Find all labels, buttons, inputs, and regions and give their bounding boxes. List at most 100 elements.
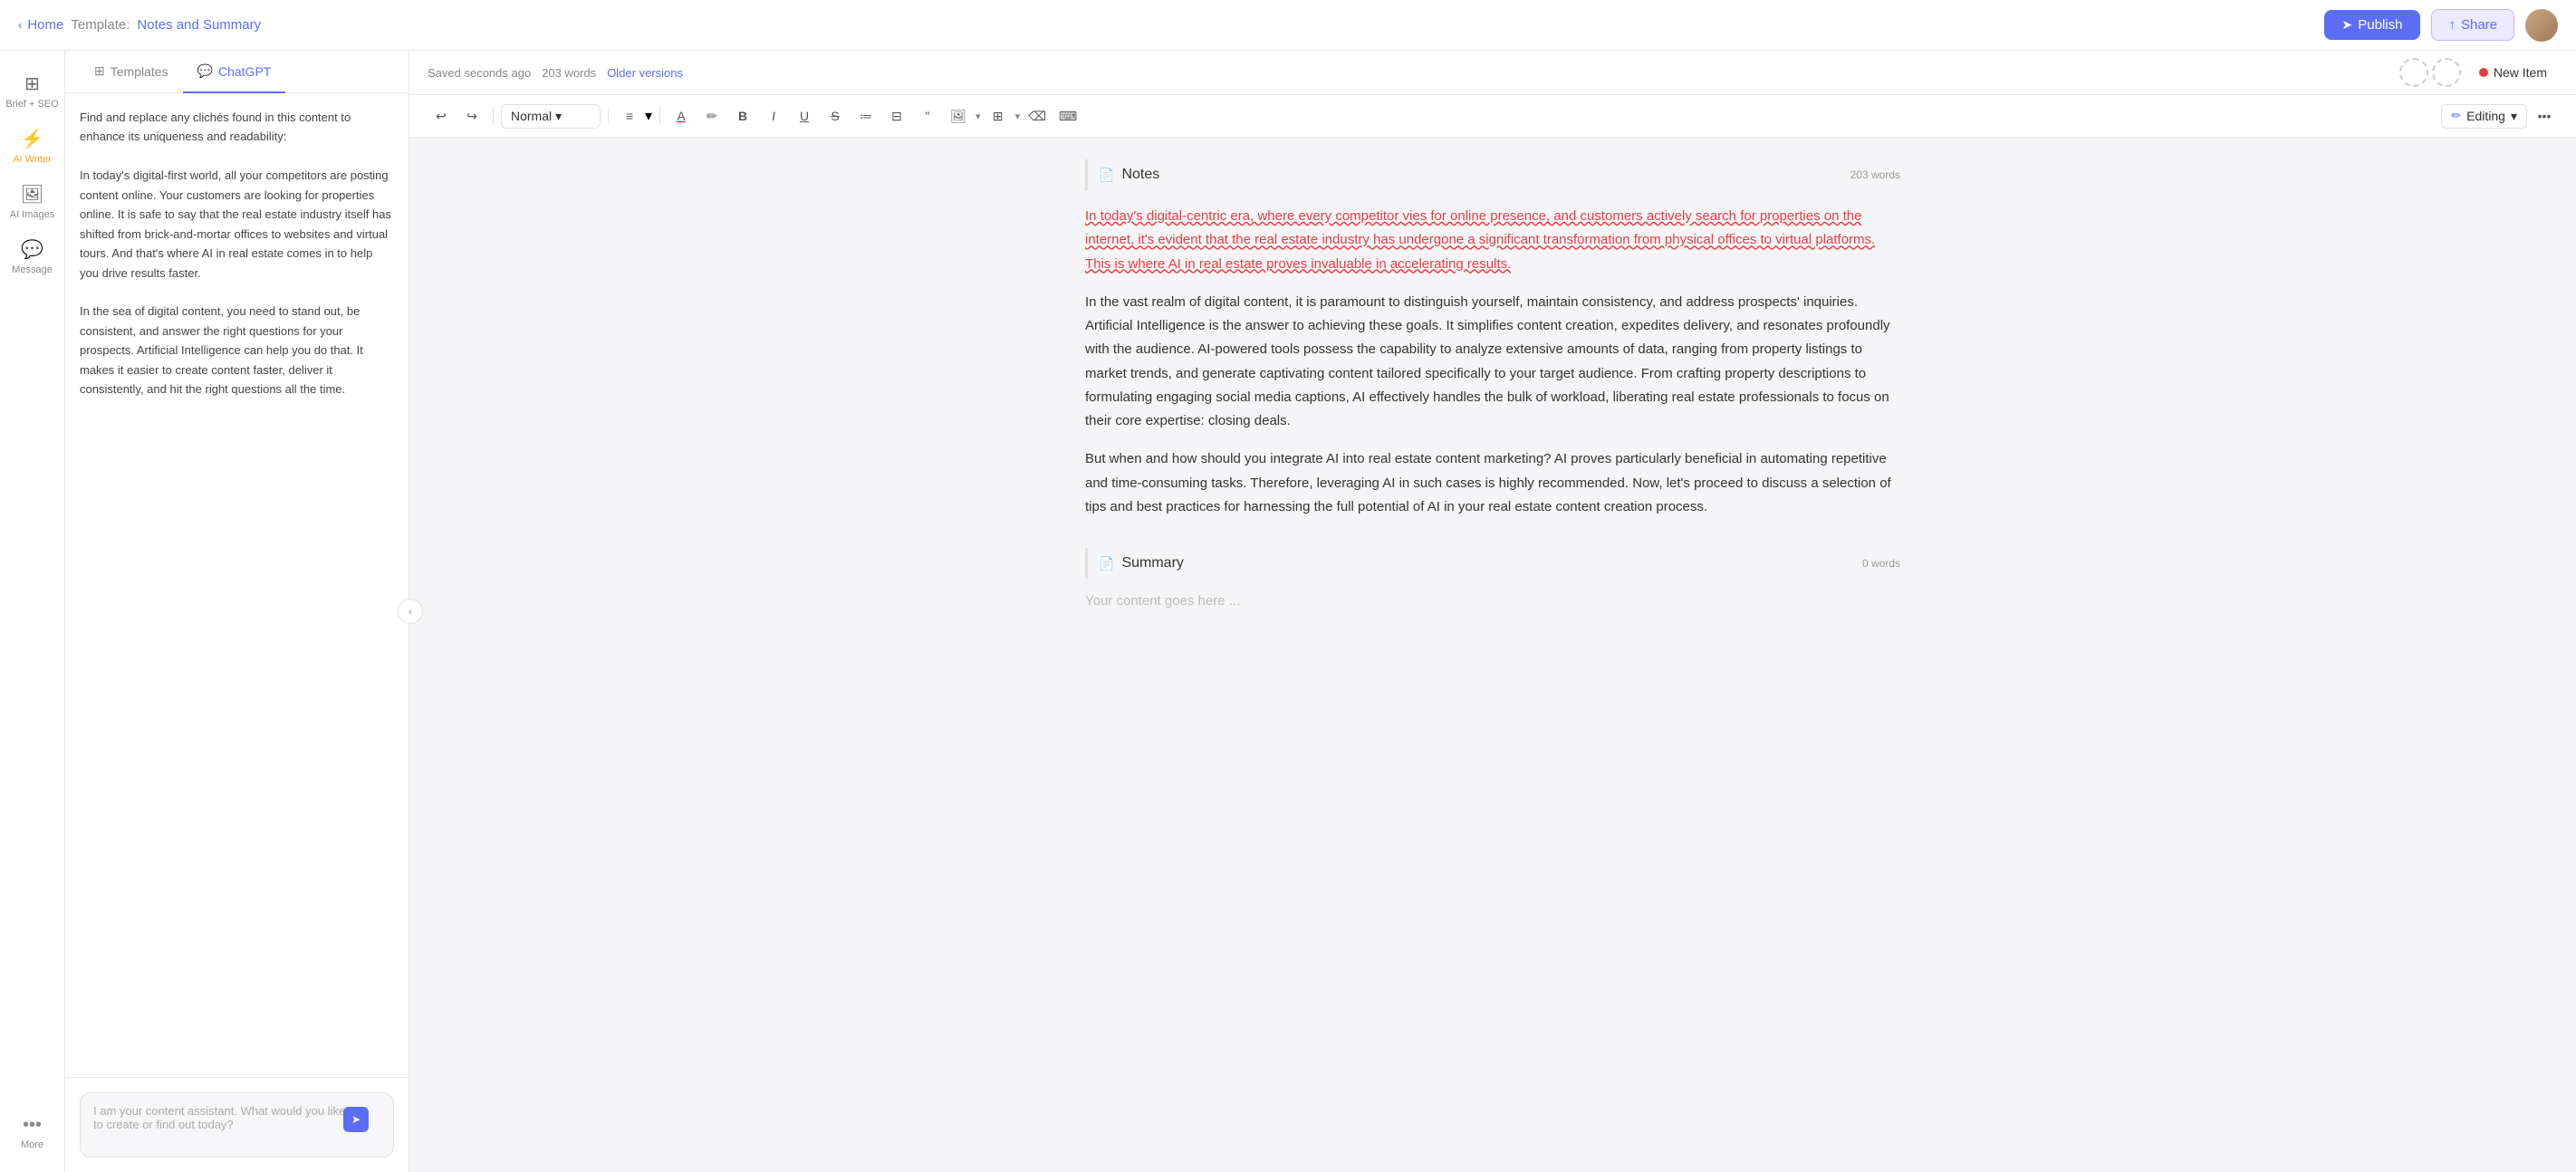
notes-icon: 📄: [1099, 168, 1114, 183]
style-dropdown-chevron: ▾: [555, 109, 562, 124]
top-navigation: ‹ Home Template: Notes and Summary ➤ Pub…: [0, 0, 2576, 51]
notes-paragraph-1[interactable]: In today's digital-centric era, where ev…: [1085, 205, 1900, 276]
editor-inner: 📄 Notes 203 words In today's digital-cen…: [1085, 159, 1900, 609]
notes-section: 📄 Notes 203 words In today's digital-cen…: [1085, 159, 1900, 519]
icon-sidebar: ⊞ Brief + SEO ⚡ AI Writer 🖼 AI Images 💬 …: [0, 51, 65, 1172]
sidebar-label-ai-images: AI Images: [10, 209, 55, 220]
top-nav-right: ➤ Publish ↑ Share: [2324, 9, 2558, 42]
avatar-image: [2525, 9, 2558, 42]
home-label: Home: [27, 17, 63, 33]
panel-content: Find and replace any clichés found in th…: [65, 93, 409, 1077]
suggestion-text: Find and replace any clichés found in th…: [80, 108, 394, 399]
panel-tabs: ⊞ Templates 💬 ChatGPT: [65, 51, 409, 93]
sidebar-label-more: More: [21, 1139, 43, 1150]
style-dropdown[interactable]: Normal ▾: [501, 104, 601, 129]
tab-templates[interactable]: ⊞ Templates: [80, 51, 183, 93]
align-button[interactable]: ≡: [616, 102, 643, 130]
sidebar-item-brief-seo[interactable]: ⊞ Brief + SEO: [0, 65, 64, 117]
chat-send-button[interactable]: ➤: [343, 1107, 369, 1132]
templates-icon: ⊞: [94, 63, 105, 79]
summary-section-header: 📄 Summary 0 words: [1085, 548, 1900, 579]
underline-button[interactable]: U: [791, 102, 818, 130]
code-button[interactable]: ⌨: [1054, 102, 1081, 130]
italic-button[interactable]: I: [760, 102, 787, 130]
share-button[interactable]: ↑ Share: [2431, 9, 2514, 41]
notes-title: Notes: [1121, 167, 1159, 183]
summary-word-count: 0 words: [1862, 557, 1900, 570]
message-icon: 💬: [21, 238, 43, 261]
summary-section: 📄 Summary 0 words Your content goes here…: [1085, 548, 1900, 609]
meta-info: Saved seconds ago 203 words Older versio…: [428, 66, 2392, 80]
image-dropdown-chevron: ▾: [976, 110, 981, 122]
more-options-button[interactable]: •••: [2531, 102, 2558, 130]
lightning-icon: ⚡: [21, 128, 43, 150]
sidebar-label-ai-writer: AI Writer: [13, 154, 52, 165]
notes-paragraph-3[interactable]: But when and how should you integrate AI…: [1085, 447, 1900, 519]
text-color-button[interactable]: A: [668, 102, 695, 130]
publish-button[interactable]: ➤ Publish: [2324, 10, 2421, 40]
editor-area: Saved seconds ago 203 words Older versio…: [409, 51, 2576, 1172]
sidebar-item-ai-images[interactable]: 🖼 AI Images: [0, 176, 64, 227]
toolbar-divider-3: [659, 107, 660, 125]
tab-chatgpt[interactable]: 💬 ChatGPT: [183, 51, 286, 93]
toolbar-divider-2: [608, 107, 609, 125]
collab-avatar-2[interactable]: [2432, 58, 2461, 87]
word-count: 203 words: [542, 66, 596, 80]
numbered-list-button[interactable]: ⊟: [883, 102, 910, 130]
tab-templates-label: Templates: [111, 64, 168, 79]
align-dropdown[interactable]: ≡ ▾: [616, 102, 652, 130]
new-item-indicator: [2479, 68, 2488, 77]
home-chevron-icon: ‹: [18, 18, 22, 32]
chat-panel: ⊞ Templates 💬 ChatGPT ‹ Find and replace…: [65, 51, 409, 1172]
send-icon: ➤: [351, 1113, 360, 1126]
home-button[interactable]: ‹ Home: [18, 17, 63, 33]
table-button[interactable]: ⊞: [985, 102, 1012, 130]
share-label: Share: [2461, 17, 2497, 33]
publish-label: Publish: [2358, 17, 2402, 33]
editing-label: Editing: [2466, 109, 2505, 123]
editing-pencil-icon: ✏: [2451, 109, 2461, 123]
clear-format-button[interactable]: ⌫: [1024, 102, 1051, 130]
table-dropdown-chevron: ▾: [1015, 110, 1021, 122]
bullet-list-button[interactable]: ≔: [852, 102, 879, 130]
sidebar-item-ai-writer[interactable]: ⚡ AI Writer: [0, 120, 64, 172]
new-item-label: New Item: [2494, 65, 2547, 80]
summary-placeholder[interactable]: Your content goes here ...: [1085, 593, 1900, 609]
publish-icon: ➤: [2342, 17, 2353, 33]
more-dots-icon: •••: [23, 1115, 42, 1136]
share-icon: ↑: [2448, 17, 2456, 33]
summary-title-row: 📄 Summary: [1099, 555, 1184, 572]
main-layout: ⊞ Brief + SEO ⚡ AI Writer 🖼 AI Images 💬 …: [0, 51, 2576, 1172]
chat-input-area: I am your content assistant. What would …: [65, 1077, 409, 1172]
user-avatar[interactable]: [2525, 9, 2558, 42]
redo-button[interactable]: ↪: [458, 102, 485, 130]
older-versions-link[interactable]: Older versions: [607, 66, 683, 80]
chat-input-wrapper: I am your content assistant. What would …: [80, 1092, 394, 1158]
summary-title: Summary: [1121, 555, 1183, 572]
image-icon: 🖼: [21, 183, 43, 206]
new-item-button[interactable]: New Item: [2468, 60, 2558, 85]
image-insert-button[interactable]: 🖼: [945, 102, 972, 130]
panel-collapse-button[interactable]: ‹: [398, 599, 423, 624]
editor-toolbar: ↩ ↪ Normal ▾ ≡ ▾ A ✏ B I U S ≔ ⊟ " 🖼 ▾ ⊞: [409, 95, 2576, 138]
tab-chatgpt-label: ChatGPT: [218, 64, 271, 79]
sidebar-item-more[interactable]: ••• More: [0, 1108, 64, 1158]
collab-avatars: [2399, 58, 2461, 87]
template-prefix: Template:: [71, 17, 130, 33]
align-chevron: ▾: [645, 107, 652, 125]
collab-avatar-1[interactable]: [2399, 58, 2428, 87]
editor-topbar: Saved seconds ago 203 words Older versio…: [409, 51, 2576, 95]
notes-title-row: 📄 Notes: [1099, 167, 1159, 183]
template-name: Notes and Summary: [137, 17, 261, 33]
undo-button[interactable]: ↩: [428, 102, 455, 130]
editing-dropdown[interactable]: ✏ Editing ▾: [2441, 104, 2527, 129]
sidebar-item-message[interactable]: 💬 Message: [0, 231, 64, 283]
quote-button[interactable]: ": [914, 102, 941, 130]
strikethrough-button[interactable]: S: [822, 102, 849, 130]
highlight-button[interactable]: ✏: [698, 102, 726, 130]
notes-paragraph-2[interactable]: In the vast realm of digital content, it…: [1085, 291, 1900, 434]
editor-content: 📄 Notes 203 words In today's digital-cen…: [409, 138, 2576, 1172]
bold-button[interactable]: B: [729, 102, 756, 130]
style-label: Normal: [511, 109, 552, 123]
sidebar-label-message: Message: [12, 264, 53, 275]
